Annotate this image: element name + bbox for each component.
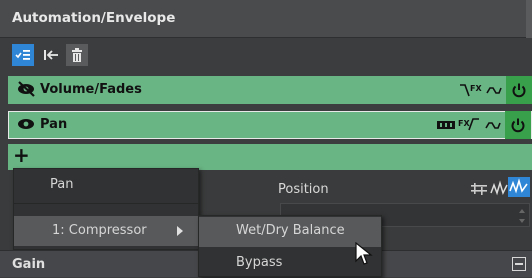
eye-hidden-icon[interactable] xyxy=(16,81,36,97)
fx-label: FX xyxy=(470,84,482,93)
meter-icon xyxy=(437,121,455,129)
submenu-item-label: Wet/Dry Balance xyxy=(236,223,345,238)
track-pan[interactable]: Pan FX xyxy=(8,111,532,139)
track-volume-fades[interactable]: Volume/Fades FX xyxy=(8,76,532,104)
power-icon xyxy=(511,118,525,133)
menu-item-compressor[interactable]: 1: Compressor xyxy=(14,216,198,246)
power-icon xyxy=(512,83,526,98)
active-mode-button[interactable] xyxy=(508,177,530,197)
submenu-item-wet-dry-balance[interactable]: Wet/Dry Balance xyxy=(199,217,381,247)
waveform-envelope-icon[interactable] xyxy=(490,179,508,197)
delete-button[interactable] xyxy=(66,44,88,66)
waveform-icon xyxy=(509,178,528,194)
collapse-icon[interactable] xyxy=(512,257,526,271)
align-icon[interactable] xyxy=(470,182,488,196)
spinner-icon[interactable] xyxy=(518,208,526,224)
menu-item-pan[interactable]: Pan xyxy=(14,169,198,203)
fade-in-icon xyxy=(468,118,479,131)
arrow-to-start-icon xyxy=(44,50,58,60)
menu-item-label: Pan xyxy=(50,177,74,192)
position-label: Position xyxy=(278,182,329,197)
power-button[interactable] xyxy=(506,76,532,104)
add-envelope-button[interactable]: + xyxy=(8,143,532,170)
menu-item-label: 1: Compressor xyxy=(52,223,147,238)
toolbar xyxy=(0,38,532,74)
menu-separator xyxy=(14,203,198,204)
track-name: Pan xyxy=(40,117,68,132)
power-button[interactable] xyxy=(505,111,531,139)
submenu-item-label: Bypass xyxy=(236,255,283,270)
go-to-start-button[interactable] xyxy=(40,44,62,66)
plus-icon: + xyxy=(13,143,30,167)
track-name: Volume/Fades xyxy=(40,82,142,97)
submenu-item-bypass[interactable]: Bypass xyxy=(199,248,381,278)
list-toggle-button[interactable] xyxy=(12,44,34,66)
panel-title: Automation/Envelope xyxy=(12,10,176,26)
envelope-curve-icon[interactable] xyxy=(486,83,502,97)
panel-title-bar: Automation/Envelope xyxy=(0,0,532,38)
eye-icon[interactable] xyxy=(16,116,36,132)
mouse-cursor-icon xyxy=(355,242,373,265)
envelope-curve-icon[interactable] xyxy=(485,118,501,132)
context-menu: Pan 1: Compressor xyxy=(13,168,199,250)
gain-title: Gain xyxy=(12,257,46,272)
submenu-arrow-icon xyxy=(177,226,183,236)
panel-edge xyxy=(526,0,532,38)
trash-icon xyxy=(72,48,82,62)
list-check-icon xyxy=(15,50,30,60)
